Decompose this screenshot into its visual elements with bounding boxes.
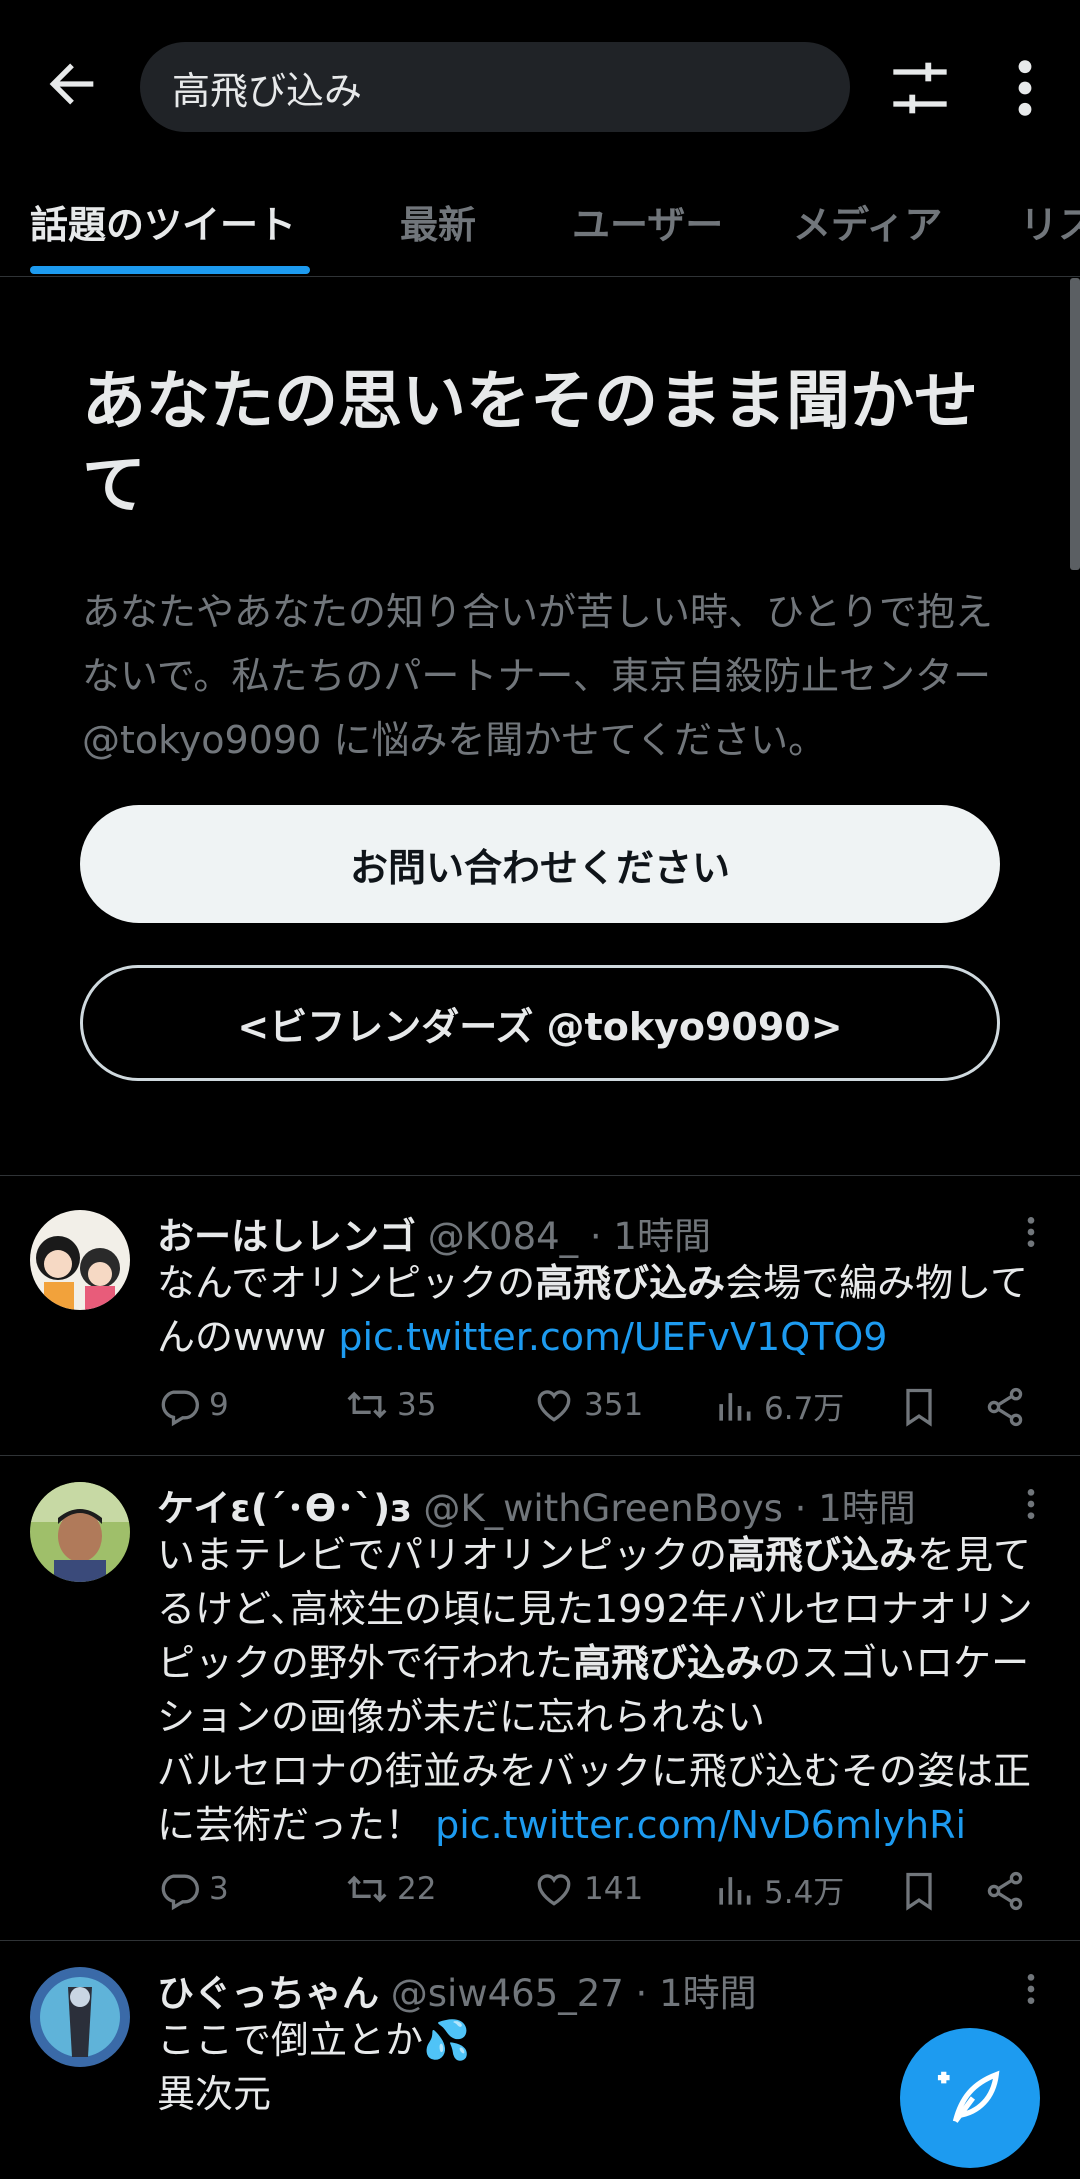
filter-sliders-icon[interactable] <box>888 56 952 120</box>
views-chart-icon <box>719 1876 751 1905</box>
handle-and-time: @K084_ · 1時間 <box>427 1215 711 1258</box>
tab-lists[interactable]: リス <box>1020 194 1080 249</box>
retweet-icon <box>347 1391 387 1419</box>
retweet-button[interactable]: 35 <box>345 1383 436 1427</box>
share-icon[interactable] <box>983 1869 1027 1913</box>
display-name[interactable]: ケイε(´･ϴ･`)з <box>157 1487 412 1530</box>
tab-media[interactable]: メディア <box>793 194 942 249</box>
share-icon[interactable] <box>983 1385 1027 1429</box>
like-button[interactable]: 141 <box>532 1867 643 1911</box>
search-input[interactable]: 高飛び込み <box>140 42 850 132</box>
retweet-button[interactable]: 22 <box>345 1867 436 1911</box>
bookmark-icon[interactable] <box>897 1869 941 1913</box>
tweet-header: ひぐっちゃん @siw465_27 · 1時間 <box>157 1963 757 2017</box>
tweet-actions: 3 22 141 5.4万 <box>157 1867 1037 1917</box>
active-tab-indicator <box>30 266 310 274</box>
befrienders-button[interactable]: <ビフレンダーズ @tokyo9090> <box>80 965 1000 1081</box>
search-query: 高飛び込み <box>172 68 363 113</box>
reply-icon <box>161 1874 199 1911</box>
views-button[interactable]: 6.7万 <box>712 1383 844 1428</box>
heart-icon <box>537 1874 571 1906</box>
reply-button[interactable]: 3 <box>157 1867 229 1911</box>
tweet-actions: 9 35 351 6.7万 <box>157 1383 1037 1433</box>
retweet-icon <box>347 1875 387 1903</box>
tweet-link[interactable]: pic.twitter.com/UEFvV1QTO9 <box>338 1315 887 1359</box>
views-button[interactable]: 5.4万 <box>712 1867 844 1912</box>
more-options-icon[interactable] <box>1000 56 1050 120</box>
handle-and-time: @siw465_27 · 1時間 <box>390 1972 757 2015</box>
avatar[interactable] <box>30 1967 130 2067</box>
tab-latest[interactable]: 最新 <box>400 194 476 249</box>
tweet-more-icon[interactable] <box>1016 1212 1046 1252</box>
divider <box>0 1940 1080 1941</box>
promo-body: あなたやあなたの知り合いが苦しい時、ひとりで抱えないで。私たちのパートナー、東京… <box>82 590 993 762</box>
tweet-link[interactable]: pic.twitter.com/NvD6mlyhRi <box>435 1803 966 1847</box>
views-chart-icon <box>719 1392 751 1421</box>
divider <box>0 1455 1080 1456</box>
scrollbar[interactable] <box>1070 278 1080 570</box>
display-name[interactable]: ひぐっちゃん <box>157 1972 379 2015</box>
tweet-header: おーはしレンゴ @K084_ · 1時間 <box>157 1206 711 1260</box>
display-name[interactable]: おーはしレンゴ <box>157 1215 416 1258</box>
compose-tweet-button[interactable] <box>900 2028 1040 2168</box>
handle-and-time: @K_withGreenBoys · 1時間 <box>423 1487 916 1530</box>
contact-button[interactable]: お問い合わせください <box>80 805 1000 923</box>
reply-button[interactable]: 9 <box>157 1383 229 1427</box>
search-tabs: 話題のツイート 最新 ユーザー メディア リス <box>0 176 1080 277</box>
heart-icon <box>537 1390 571 1422</box>
tweet-text: いまテレビでパリオリンピックの高飛び込みを見てるけど､高校生の頃に見た1992年… <box>157 1533 1033 1847</box>
tab-people[interactable]: ユーザー <box>572 194 723 249</box>
promo-title: あなたの思いをそのまま聞かせて <box>82 365 978 523</box>
avatar[interactable] <box>30 1210 130 1310</box>
tweet-more-icon[interactable] <box>1016 1484 1046 1524</box>
compose-feather-icon <box>937 2070 1000 2123</box>
back-arrow-icon[interactable] <box>40 52 104 116</box>
tweet-more-icon[interactable] <box>1016 1969 1046 2009</box>
tab-top[interactable]: 話題のツイート <box>30 194 296 249</box>
bookmark-icon[interactable] <box>897 1385 941 1429</box>
reply-icon <box>161 1390 199 1427</box>
top-bar: 高飛び込み <box>0 0 1080 176</box>
divider <box>0 1175 1080 1176</box>
like-button[interactable]: 351 <box>532 1383 643 1427</box>
avatar[interactable] <box>30 1482 130 1582</box>
tweet-text: なんでオリンピックの高飛び込み会場で編み物してんのwww pic.twitter… <box>157 1261 1028 1359</box>
tweet-header: ケイε(´･ϴ･`)з @K_withGreenBoys · 1時間 <box>157 1478 916 1532</box>
